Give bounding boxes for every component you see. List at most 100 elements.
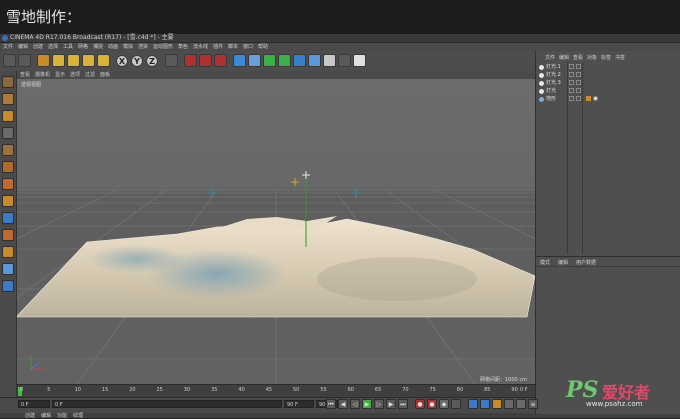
redo-icon[interactable] xyxy=(18,54,31,67)
motion-button[interactable] xyxy=(451,399,461,409)
next-frame-button[interactable]: ▷ xyxy=(374,399,384,409)
start-frame-field[interactable]: 0 F xyxy=(52,400,282,408)
visibility-toggle-icon[interactable] xyxy=(569,96,574,101)
camera-icon[interactable] xyxy=(338,54,351,67)
menu-item-7[interactable]: 动画 xyxy=(108,43,118,51)
render-picture-icon[interactable] xyxy=(199,54,212,67)
rotate-icon[interactable] xyxy=(82,54,95,67)
render-toggle-icon[interactable] xyxy=(576,64,581,69)
visibility-toggle-icon[interactable] xyxy=(569,72,574,77)
object-tab-1[interactable]: 编辑 xyxy=(559,54,569,62)
left-tool-button-10[interactable] xyxy=(2,246,14,258)
pla-key-button[interactable] xyxy=(516,399,526,409)
menu-item-12[interactable]: 流水线 xyxy=(193,43,208,51)
y-axis-icon[interactable]: Y xyxy=(131,55,143,67)
left-tool-button-3[interactable] xyxy=(2,127,14,139)
attribute-tab-0[interactable]: 模式 xyxy=(540,259,550,266)
timeline-menu-button[interactable]: ≡ xyxy=(528,399,538,409)
left-tool-button-8[interactable] xyxy=(2,212,14,224)
menu-item-2[interactable]: 创建 xyxy=(33,43,43,51)
last-frame-button[interactable]: ⏭ xyxy=(398,399,408,409)
menu-item-4[interactable]: 工具 xyxy=(63,43,73,51)
render-toggle-icon[interactable] xyxy=(576,72,581,77)
menu-item-13[interactable]: 插件 xyxy=(213,43,223,51)
attribute-tab-2[interactable]: 用户数据 xyxy=(576,259,596,266)
attribute-tab-1[interactable]: 编辑 xyxy=(558,259,568,266)
menu-item-10[interactable]: 运动图形 xyxy=(153,43,173,51)
move-icon[interactable] xyxy=(52,54,65,67)
viewport-menu-5[interactable]: 面板 xyxy=(100,71,110,79)
perspective-viewport[interactable] xyxy=(17,79,535,384)
left-tool-button-1[interactable] xyxy=(2,93,14,105)
left-tool-button-5[interactable] xyxy=(2,161,14,173)
visibility-toggle-icon[interactable] xyxy=(569,80,574,85)
render-view-icon[interactable] xyxy=(184,54,197,67)
left-tool-button-2[interactable] xyxy=(2,110,14,122)
object-row[interactable]: 灯光 xyxy=(538,88,678,95)
x-axis-icon[interactable]: X xyxy=(116,55,128,67)
menu-item-6[interactable]: 捕捉 xyxy=(93,43,103,51)
light-icon[interactable] xyxy=(353,54,366,67)
pen-icon[interactable] xyxy=(248,54,261,67)
object-tab-2[interactable]: 查看 xyxy=(573,54,583,62)
environment-icon[interactable] xyxy=(308,54,321,67)
object-tab-0[interactable]: 文件 xyxy=(545,54,555,62)
object-tab-5[interactable]: 书签 xyxy=(615,54,625,62)
left-tool-button-12[interactable] xyxy=(2,280,14,292)
viewport-menu-4[interactable]: 过滤 xyxy=(85,71,95,79)
floor-icon[interactable] xyxy=(323,54,336,67)
param-key-button[interactable] xyxy=(504,399,514,409)
object-tab-4[interactable]: 标签 xyxy=(601,54,611,62)
cube-icon[interactable] xyxy=(233,54,246,67)
object-row[interactable]: 灯光.1 xyxy=(538,64,678,71)
menu-item-5[interactable]: 网格 xyxy=(78,43,88,51)
light-gizmo-1[interactable] xyxy=(207,188,217,198)
viewport-menu-0[interactable]: 查看 xyxy=(20,71,30,79)
render-settings-icon[interactable] xyxy=(214,54,227,67)
menu-item-1[interactable]: 编辑 xyxy=(18,43,28,51)
scale-key-button[interactable] xyxy=(492,399,502,409)
end-frame-field[interactable]: 90 F xyxy=(284,400,314,408)
prev-frame-button[interactable]: ◁ xyxy=(350,399,360,409)
object-tab-3[interactable]: 对象 xyxy=(587,54,597,62)
texture-tag-icon[interactable] xyxy=(593,96,598,101)
z-axis-icon[interactable]: Z xyxy=(146,55,158,67)
rotate-key-button[interactable] xyxy=(480,399,490,409)
undo-icon[interactable] xyxy=(3,54,16,67)
keyframe-button[interactable]: ◆ xyxy=(439,399,449,409)
menu-item-9[interactable]: 渲染 xyxy=(138,43,148,51)
render-toggle-icon[interactable] xyxy=(576,96,581,101)
menu-item-11[interactable]: 角色 xyxy=(178,43,188,51)
deformer-icon[interactable] xyxy=(293,54,306,67)
scale-icon[interactable] xyxy=(67,54,80,67)
menu-item-16[interactable]: 帮助 xyxy=(258,43,268,51)
visibility-toggle-icon[interactable] xyxy=(569,64,574,69)
viewport-menu-1[interactable]: 摄像机 xyxy=(35,71,50,79)
menu-item-0[interactable]: 文件 xyxy=(3,43,13,51)
autokey-button[interactable]: ● xyxy=(427,399,437,409)
menu-item-14[interactable]: 脚本 xyxy=(228,43,238,51)
render-toggle-icon[interactable] xyxy=(576,88,581,93)
array-icon[interactable] xyxy=(278,54,291,67)
visibility-toggle-icon[interactable] xyxy=(569,88,574,93)
object-row[interactable]: 灯光.2 xyxy=(538,72,678,79)
prev-key-button[interactable]: ◀ xyxy=(338,399,348,409)
object-row[interactable]: 地形 xyxy=(538,96,678,103)
render-toggle-icon[interactable] xyxy=(576,80,581,85)
light-gizmo-4[interactable] xyxy=(302,171,310,179)
material-tag-icon[interactable] xyxy=(586,96,591,101)
coordinate-icon[interactable] xyxy=(165,54,178,67)
subdivision-icon[interactable] xyxy=(263,54,276,67)
left-tool-button-0[interactable] xyxy=(2,76,14,88)
viewport-menu-2[interactable]: 显示 xyxy=(55,71,65,79)
menu-item-15[interactable]: 窗口 xyxy=(243,43,253,51)
viewport-menu-3[interactable]: 选项 xyxy=(70,71,80,79)
left-tool-button-7[interactable] xyxy=(2,195,14,207)
move-key-button[interactable] xyxy=(468,399,478,409)
object-row[interactable]: 灯光.3 xyxy=(538,80,678,87)
first-frame-button[interactable]: ⏮ xyxy=(326,399,336,409)
record-button[interactable]: ● xyxy=(415,399,425,409)
next-key-button[interactable]: ▶ xyxy=(386,399,396,409)
left-tool-button-9[interactable] xyxy=(2,229,14,241)
menu-item-3[interactable]: 选择 xyxy=(48,43,58,51)
